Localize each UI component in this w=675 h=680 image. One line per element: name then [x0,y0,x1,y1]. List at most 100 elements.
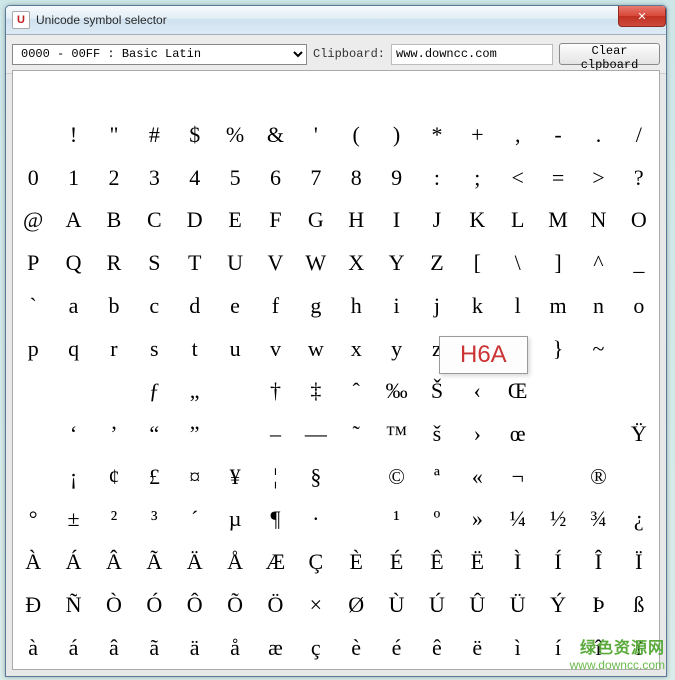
character-cell[interactable] [538,413,578,456]
character-cell[interactable]: I [376,199,416,242]
character-cell[interactable]: t [175,327,215,370]
character-cell[interactable] [13,370,53,413]
character-cell[interactable]: ; [457,156,497,199]
character-cell[interactable]: Â [94,541,134,584]
character-cell[interactable]: o [619,285,659,328]
character-cell[interactable] [94,370,134,413]
character-cell[interactable]: ¬ [498,455,538,498]
character-cell[interactable]: Ç [296,541,336,584]
character-cell[interactable]: v [255,327,295,370]
clear-clipboard-button[interactable]: Clear clpboard [559,43,660,65]
character-cell[interactable]: ¡ [53,455,93,498]
character-cell[interactable]: H [336,199,376,242]
character-cell[interactable]: Q [53,242,93,285]
character-cell[interactable] [619,71,659,114]
character-cell[interactable]: ¦ [255,455,295,498]
character-cell[interactable] [13,71,53,114]
character-cell[interactable]: m [538,285,578,328]
character-cell[interactable]: Û [457,583,497,626]
character-cell[interactable]: É [376,541,416,584]
character-cell[interactable]: â [94,626,134,669]
character-cell[interactable] [336,71,376,114]
character-cell[interactable]: M [538,199,578,242]
character-cell[interactable]: Å [215,541,255,584]
character-cell[interactable]: ‹ [457,370,497,413]
character-cell[interactable] [619,327,659,370]
character-cell[interactable]: ? [619,156,659,199]
character-cell[interactable]: j [417,285,457,328]
character-cell[interactable]: 4 [175,156,215,199]
character-cell[interactable]: – [255,413,295,456]
character-cell[interactable]: % [215,114,255,157]
character-cell[interactable]: 6 [255,156,295,199]
character-cell[interactable]: [ [457,242,497,285]
character-cell[interactable]: . [578,114,618,157]
character-cell[interactable]: † [255,370,295,413]
character-cell[interactable]: Ü [498,583,538,626]
character-cell[interactable]: | [498,327,538,370]
character-cell[interactable]: Ô [175,583,215,626]
character-cell[interactable]: À [13,541,53,584]
character-cell[interactable]: ‡ [296,370,336,413]
character-cell[interactable]: Ì [498,541,538,584]
character-cell[interactable] [376,71,416,114]
character-cell[interactable]: ( [336,114,376,157]
character-cell[interactable]: ¼ [498,498,538,541]
character-cell[interactable]: Ú [417,583,457,626]
character-cell[interactable]: ! [53,114,93,157]
character-cell[interactable]: U [215,242,255,285]
character-cell[interactable] [538,71,578,114]
character-cell[interactable]: ä [175,626,215,669]
character-cell[interactable]: = [538,156,578,199]
character-cell[interactable]: í [538,626,578,669]
character-cell[interactable]: \ [498,242,538,285]
character-cell[interactable]: ° [13,498,53,541]
character-cell[interactable]: ˜ [336,413,376,456]
character-cell[interactable]: ‰ [376,370,416,413]
character-cell[interactable]: Ê [417,541,457,584]
character-cell[interactable]: Ã [134,541,174,584]
character-cell[interactable]: g [296,285,336,328]
character-cell[interactable]: “ [134,413,174,456]
character-cell[interactable]: d [175,285,215,328]
character-cell[interactable]: Ù [376,583,416,626]
character-cell[interactable]: œ [498,413,538,456]
character-cell[interactable] [578,71,618,114]
character-cell[interactable] [134,71,174,114]
character-cell[interactable]: ¢ [94,455,134,498]
character-cell[interactable]: Ò [94,583,134,626]
character-cell[interactable]: s [134,327,174,370]
character-cell[interactable] [296,71,336,114]
character-cell[interactable]: š [417,413,457,456]
character-cell[interactable] [175,71,215,114]
character-cell[interactable] [53,370,93,413]
character-cell[interactable]: V [255,242,295,285]
character-cell[interactable]: Z [417,242,457,285]
character-cell[interactable]: § [296,455,336,498]
character-cell[interactable]: S [134,242,174,285]
character-cell[interactable]: — [296,413,336,456]
character-cell[interactable]: × [296,583,336,626]
character-cell[interactable]: , [498,114,538,157]
character-cell[interactable]: Á [53,541,93,584]
character-cell[interactable] [13,114,53,157]
character-cell[interactable]: w [296,327,336,370]
character-cell[interactable]: L [498,199,538,242]
character-cell[interactable]: f [255,285,295,328]
character-cell[interactable]: b [94,285,134,328]
character-cell[interactable]: ´ [175,498,215,541]
character-cell[interactable] [538,370,578,413]
character-cell[interactable]: ï [619,626,659,669]
character-cell[interactable]: ~ [578,327,618,370]
character-cell[interactable]: ^ [578,242,618,285]
character-cell[interactable]: p [13,327,53,370]
character-cell[interactable]: Ï [619,541,659,584]
character-cell[interactable]: ± [53,498,93,541]
character-cell[interactable] [53,71,93,114]
character-cell[interactable]: E [215,199,255,242]
character-cell[interactable]: ã [134,626,174,669]
character-cell[interactable]: ' [296,114,336,157]
character-cell[interactable] [13,455,53,498]
character-cell[interactable]: î [578,626,618,669]
character-cell[interactable]: ì [498,626,538,669]
